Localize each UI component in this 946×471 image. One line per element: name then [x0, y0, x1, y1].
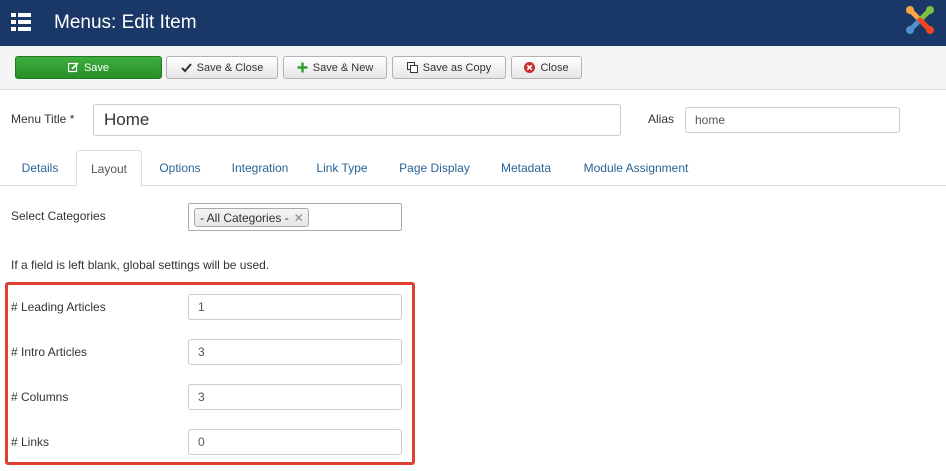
joomla-logo-icon: [906, 6, 934, 34]
edit-icon: [67, 62, 79, 73]
tab-page-display[interactable]: Page Display: [389, 150, 480, 186]
alias-input[interactable]: home: [685, 107, 900, 133]
tab-options[interactable]: Options: [150, 150, 210, 186]
menu-list-icon: [11, 13, 31, 31]
tab-module-assignment[interactable]: Module Assignment: [570, 150, 702, 186]
columns-input[interactable]: 3: [188, 384, 402, 410]
save-new-label: Save & New: [312, 61, 374, 74]
category-chip-label: - All Categories -: [200, 210, 289, 225]
links-input[interactable]: 0: [188, 429, 402, 455]
toolbar: Save Save & Close Save & New Save as Cop…: [0, 46, 946, 90]
plus-icon: [297, 62, 308, 73]
blank-field-note: If a field is left blank, global setting…: [11, 258, 270, 272]
app-header: Menus: Edit Item: [0, 0, 946, 46]
leading-articles-label: # Leading Articles: [11, 300, 106, 314]
close-button[interactable]: Close: [511, 56, 582, 79]
categories-select[interactable]: - All Categories - ✕: [188, 203, 402, 231]
checkmark-icon: [180, 62, 192, 72]
tab-details[interactable]: Details: [12, 150, 68, 186]
intro-articles-input[interactable]: 3: [188, 339, 402, 365]
save-button[interactable]: Save: [15, 56, 162, 79]
tab-link-type[interactable]: Link Type: [309, 150, 375, 186]
tab-layout[interactable]: Layout: [76, 150, 142, 187]
save-close-label: Save & Close: [196, 61, 264, 74]
save-copy-label: Save as Copy: [422, 61, 492, 74]
alias-label: Alias: [648, 112, 675, 126]
tab-bar: Details Layout Options Integration Link …: [0, 150, 946, 187]
close-label: Close: [540, 61, 569, 74]
category-chip: - All Categories - ✕: [194, 208, 309, 227]
menu-title-label: Menu Title *: [11, 112, 75, 126]
save-copy-button[interactable]: Save as Copy: [392, 56, 506, 79]
menu-title-input[interactable]: Home: [93, 104, 621, 136]
save-label: Save: [83, 61, 110, 74]
tab-integration[interactable]: Integration: [220, 150, 300, 186]
links-label: # Links: [11, 435, 50, 449]
leading-articles-input[interactable]: 1: [188, 294, 402, 320]
intro-articles-label: # Intro Articles: [11, 345, 88, 359]
remove-chip-icon[interactable]: ✕: [294, 211, 304, 225]
close-circle-icon: [524, 62, 536, 73]
page-title: Menus: Edit Item: [54, 12, 197, 33]
copy-icon: [406, 62, 418, 73]
select-categories-label: Select Categories: [11, 209, 106, 223]
save-new-button[interactable]: Save & New: [283, 56, 387, 79]
tab-metadata[interactable]: Metadata: [490, 150, 562, 186]
columns-label: # Columns: [11, 390, 69, 404]
save-close-button[interactable]: Save & Close: [166, 56, 278, 79]
